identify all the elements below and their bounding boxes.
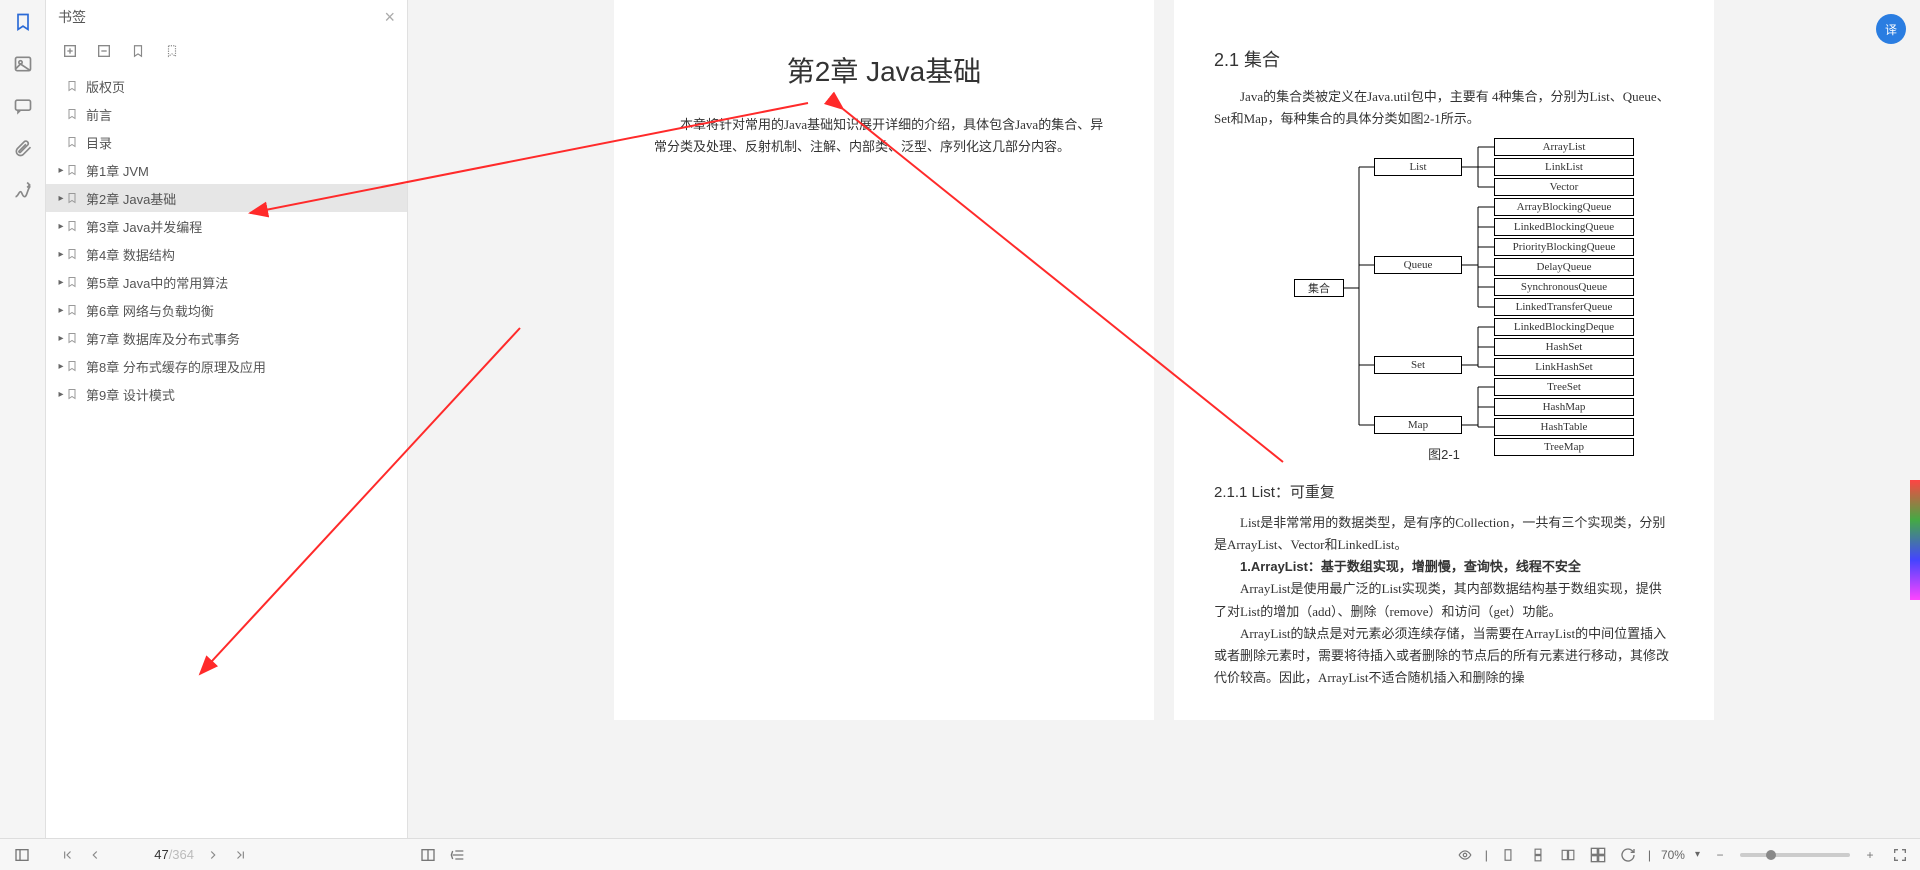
- add-bookmark-icon[interactable]: [128, 42, 148, 60]
- para2: List是非常常用的数据类型，是有序的Collection，一共有三个实现类，分…: [1214, 512, 1674, 556]
- caret-icon: ▸: [56, 389, 66, 400]
- bookmark-label: 目录: [86, 133, 112, 152]
- section-title: 2.1 集合: [1214, 46, 1674, 72]
- page-nav-bar: 47/364: [0, 838, 408, 870]
- bookmarks-panel: 书签 × ▸版权页▸前言▸目录▸第1章 JVM▸第2章 Java基础▸第3章 J…: [46, 0, 408, 870]
- bold1: 1.ArrayList：基于数组实现，增删慢，查询快，线程不安全: [1214, 556, 1674, 578]
- scrollbar-thumb[interactable]: [1910, 480, 1920, 600]
- two-cont-icon[interactable]: [1588, 845, 1608, 865]
- bookmark-toolbar: [46, 34, 407, 68]
- bookmark-label: 第4章 数据结构: [86, 245, 175, 264]
- rotate-icon[interactable]: [1618, 845, 1638, 865]
- bookmark-label: 第7章 数据库及分布式事务: [86, 329, 240, 348]
- bookmark-icon: [66, 79, 80, 93]
- panel-toggle-icon[interactable]: [12, 845, 32, 865]
- sign-rail-icon[interactable]: [11, 178, 35, 202]
- zoom-out-icon[interactable]: −: [1710, 845, 1730, 865]
- single-page-icon[interactable]: [1498, 845, 1518, 865]
- caret-icon: ▸: [56, 305, 66, 316]
- bookmark-icon: [66, 387, 80, 401]
- bookmark-label: 第9章 设计模式: [86, 385, 175, 404]
- bookmark-list: ▸版权页▸前言▸目录▸第1章 JVM▸第2章 Java基础▸第3章 Java并发…: [46, 68, 407, 870]
- page-right: 2.1 集合 Java的集合类被定义在Java.util包中，主要有 4种集合，…: [1174, 0, 1714, 720]
- chapter-title: 第2章 Java基础: [654, 50, 1114, 90]
- bookmark-label: 前言: [86, 105, 112, 124]
- caret-icon: ▸: [56, 193, 66, 204]
- intro-text: 本章将针对常用的Java基础知识展开详细的介绍，具体包含Java的集合、异常分类…: [654, 114, 1114, 158]
- outdent-icon[interactable]: [448, 845, 468, 865]
- prev-page-icon[interactable]: [86, 846, 104, 864]
- para4: ArrayList的缺点是对元素必须连续存储，当需要在ArrayList的中间位…: [1214, 623, 1674, 689]
- bookmark-item[interactable]: ▸ 第1章 JVM: [46, 156, 407, 184]
- bookmark-outline-icon[interactable]: [162, 42, 182, 60]
- bookmark-item[interactable]: ▸ 第9章 设计模式: [46, 380, 407, 408]
- close-icon[interactable]: ×: [384, 7, 395, 28]
- continuous-icon[interactable]: [1528, 845, 1548, 865]
- expand-all-icon[interactable]: [60, 42, 80, 60]
- bookmark-icon: [66, 247, 80, 261]
- bookmark-item[interactable]: ▸ 第8章 分布式缓存的原理及应用: [46, 352, 407, 380]
- bookmark-item[interactable]: ▸ 第2章 Java基础: [46, 184, 407, 212]
- first-page-icon[interactable]: [58, 846, 76, 864]
- fullscreen-icon[interactable]: [1890, 845, 1910, 865]
- bookmark-item[interactable]: ▸前言: [46, 100, 407, 128]
- image-rail-icon[interactable]: [11, 52, 35, 76]
- bookmark-label: 第3章 Java并发编程: [86, 217, 202, 236]
- page-left: 第2章 Java基础 本章将针对常用的Java基础知识展开详细的介绍，具体包含J…: [614, 0, 1154, 720]
- caret-icon: ▸: [56, 249, 66, 260]
- attachment-rail-icon[interactable]: [11, 136, 35, 160]
- chevron-down-icon[interactable]: ▾: [1695, 849, 1700, 860]
- caret-icon: ▸: [56, 333, 66, 344]
- bookmark-item[interactable]: ▸ 第7章 数据库及分布式事务: [46, 324, 407, 352]
- last-page-icon[interactable]: [232, 846, 250, 864]
- eye-icon[interactable]: [1455, 845, 1475, 865]
- panel-title: 书签: [58, 7, 86, 27]
- bookmark-item[interactable]: ▸ 第6章 网络与负载均衡: [46, 296, 407, 324]
- separator: |: [1648, 848, 1651, 862]
- comment-rail-icon[interactable]: [11, 94, 35, 118]
- tool-rail: [0, 0, 46, 870]
- document-viewport[interactable]: 第2章 Java基础 本章将针对常用的Java基础知识展开详细的介绍，具体包含J…: [408, 0, 1920, 870]
- bookmark-icon: [66, 331, 80, 345]
- page-indicator[interactable]: 47/364: [114, 847, 194, 862]
- status-bar: | | 70% ▾ − +: [408, 838, 1920, 870]
- bookmark-icon: [66, 219, 80, 233]
- bookmarks-rail-icon[interactable]: [11, 10, 35, 34]
- caret-icon: ▸: [56, 221, 66, 232]
- bookmark-label: 版权页: [86, 77, 125, 96]
- translate-button[interactable]: 译: [1876, 14, 1906, 44]
- next-page-icon[interactable]: [204, 846, 222, 864]
- two-page-icon[interactable]: [1558, 845, 1578, 865]
- reflow-icon[interactable]: [418, 845, 438, 865]
- figure-2-1: 集合ListQueueSetMapArrayListLinkListVector…: [1214, 138, 1674, 438]
- bookmark-icon: [66, 303, 80, 317]
- caret-icon: ▸: [56, 361, 66, 372]
- collapse-all-icon[interactable]: [94, 42, 114, 60]
- zoom-slider[interactable]: [1740, 853, 1850, 857]
- bookmark-icon: [66, 107, 80, 121]
- bookmark-icon: [66, 359, 80, 373]
- bookmark-label: 第6章 网络与负载均衡: [86, 301, 214, 320]
- bookmark-icon: [66, 163, 80, 177]
- bookmark-label: 第2章 Java基础: [86, 189, 176, 208]
- separator: |: [1485, 848, 1488, 862]
- zoom-label: 70%: [1661, 848, 1685, 862]
- subsection-title: 2.1.1 List：可重复: [1214, 481, 1674, 502]
- bookmark-label: 第5章 Java中的常用算法: [86, 273, 228, 292]
- bookmark-item[interactable]: ▸ 第3章 Java并发编程: [46, 212, 407, 240]
- bookmark-label: 第8章 分布式缓存的原理及应用: [86, 357, 266, 376]
- bookmark-item[interactable]: ▸目录: [46, 128, 407, 156]
- bookmark-icon: [66, 191, 80, 205]
- para3: ArrayList是使用最广泛的List实现类，其内部数据结构基于数组实现，提供…: [1214, 578, 1674, 622]
- bookmark-item[interactable]: ▸ 第5章 Java中的常用算法: [46, 268, 407, 296]
- para1: Java的集合类被定义在Java.util包中，主要有 4种集合，分别为List…: [1214, 86, 1674, 130]
- bookmark-item[interactable]: ▸版权页: [46, 72, 407, 100]
- bookmark-label: 第1章 JVM: [86, 161, 149, 180]
- zoom-in-icon[interactable]: +: [1860, 845, 1880, 865]
- caret-icon: ▸: [56, 165, 66, 176]
- bookmark-icon: [66, 275, 80, 289]
- caret-icon: ▸: [56, 277, 66, 288]
- bookmark-icon: [66, 135, 80, 149]
- bookmark-item[interactable]: ▸ 第4章 数据结构: [46, 240, 407, 268]
